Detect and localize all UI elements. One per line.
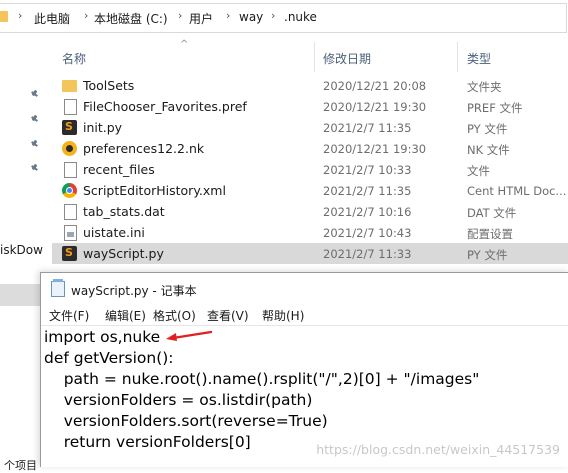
item-count-label: 个项目 [4,459,37,472]
breadcrumb-this-pc[interactable]: 此电脑 [34,10,70,27]
pin-icon[interactable] [30,115,39,124]
breadcrumb-local-disk[interactable]: 本地磁盘 (C:) [94,10,168,27]
menu-edit[interactable]: 编辑(E) [105,307,146,324]
file-row[interactable]: init.py 2021/2/7 11:35 PY 文件 [52,117,568,138]
ini-file-icon [64,225,77,241]
chrome-file-icon [62,183,77,198]
file-type: DAT 文件 [467,206,517,220]
column-divider[interactable] [314,42,315,72]
document-icon [64,99,77,115]
notepad-icon [51,279,65,297]
column-type[interactable]: 类型 [467,50,491,67]
document-icon [64,162,77,178]
file-type: PY 文件 [467,248,508,262]
code-line: def getVersion(): [44,349,174,367]
nuke-file-icon [62,141,77,156]
file-row[interactable]: recent_files 2021/2/7 10:33 文件 [52,159,568,180]
chevron-right-icon[interactable]: › [226,9,230,22]
file-date: 2021/2/7 11:33 [323,247,412,261]
text-editor[interactable]: import os,nuke def getVersion(): path = … [41,325,568,468]
folder-icon [0,11,8,22]
file-name: ToolSets [83,78,135,93]
code-line: versionFolders.sort(reverse=True) [44,412,328,430]
file-row[interactable]: preferences12.2.nk 2020/12/21 19:30 NK 文… [52,138,568,159]
file-date: 2021/2/7 10:16 [323,205,412,219]
file-row[interactable]: ToolSets 2020/12/21 20:08 文件夹 [52,75,568,96]
document-icon [64,204,77,220]
file-date: 2021/2/7 10:33 [323,163,412,177]
annotation-arrow-icon [166,330,213,341]
file-name: wayScript.py [83,246,164,261]
menu-bar: 文件(F) 编辑(E) 格式(O) 查看(V) 帮助(H) [41,303,568,325]
file-row[interactable]: tab_stats.dat 2021/2/7 10:16 DAT 文件 [52,201,568,222]
column-name[interactable]: 名称 [62,50,86,67]
file-row[interactable]: ScriptEditorHistory.xml 2021/2/7 11:35 C… [52,180,568,201]
column-header: ^ 名称 修改日期 类型 [52,39,568,72]
chevron-right-icon[interactable]: › [84,9,88,22]
file-type: Cent HTML Doc... [467,184,567,198]
pin-icon[interactable] [30,140,39,149]
file-name: FileChooser_Favorites.pref [83,99,247,114]
file-name: init.py [83,120,123,135]
address-bar[interactable]: › 此电脑 › 本地磁盘 (C:) › 用户 › way › .nuke [0,0,568,36]
nav-item-partial[interactable]: iskDow [0,243,43,257]
file-name: recent_files [83,162,155,177]
code-line: path = nuke.root().name().rsplit("/",2)[… [44,370,480,388]
breadcrumb-users[interactable]: 用户 [189,10,213,27]
column-divider[interactable] [457,42,458,72]
chevron-right-icon[interactable]: › [178,9,182,22]
folder-icon [62,80,77,92]
menu-help[interactable]: 帮助(H) [262,307,304,324]
file-row[interactable]: FileChooser_Favorites.pref 2020/12/21 19… [52,96,568,117]
breadcrumb-nuke[interactable]: .nuke [284,10,317,24]
chevron-right-icon[interactable]: › [18,9,22,22]
code-line: versionFolders = os.listdir(path) [44,391,313,409]
file-date: 2021/2/7 10:43 [323,226,412,240]
code-line: import os,nuke [44,328,161,346]
pin-icon[interactable] [30,90,39,99]
column-date[interactable]: 修改日期 [323,50,371,67]
file-type: NK 文件 [467,143,510,157]
file-date: 2020/12/21 19:30 [323,100,427,114]
python-file-icon [62,246,77,261]
file-name: ScriptEditorHistory.xml [83,183,226,198]
sort-arrow-icon: ^ [180,39,189,50]
window-title: wayScript.py - 记事本 [71,284,197,298]
file-type: 文件夹 [467,80,502,94]
file-date: 2020/12/21 20:08 [323,79,427,93]
menu-format[interactable]: 格式(O) [153,307,196,324]
code-line: return versionFolders[0] [44,433,251,451]
file-type: 配置设置 [467,227,513,241]
file-date: 2021/2/7 11:35 [323,121,412,135]
file-row[interactable]: uistate.ini 2021/2/7 10:43 配置设置 [52,222,568,243]
notepad-window[interactable]: wayScript.py - 记事本 文件(F) 编辑(E) 格式(O) 查看(… [40,272,568,467]
file-type: 文件 [467,164,490,178]
python-file-icon [62,120,77,135]
file-type: PREF 文件 [467,101,523,115]
breadcrumb-way[interactable]: way [239,10,263,24]
pin-icon[interactable] [30,164,39,173]
file-type: PY 文件 [467,122,508,136]
file-date: 2020/12/21 19:30 [323,142,427,156]
file-name: uistate.ini [83,225,145,240]
file-name: tab_stats.dat [83,204,165,219]
menu-file[interactable]: 文件(F) [49,307,89,324]
chevron-right-icon[interactable]: › [271,9,275,22]
menu-view[interactable]: 查看(V) [207,307,249,324]
file-date: 2021/2/7 11:35 [323,184,412,198]
file-name: preferences12.2.nk [83,141,205,156]
file-row-selected[interactable]: wayScript.py 2021/2/7 11:33 PY 文件 [52,243,568,264]
notepad-title-bar[interactable]: wayScript.py - 记事本 [41,273,568,303]
watermark: https://blog.csdn.net/weixin_44517539 [316,442,560,457]
